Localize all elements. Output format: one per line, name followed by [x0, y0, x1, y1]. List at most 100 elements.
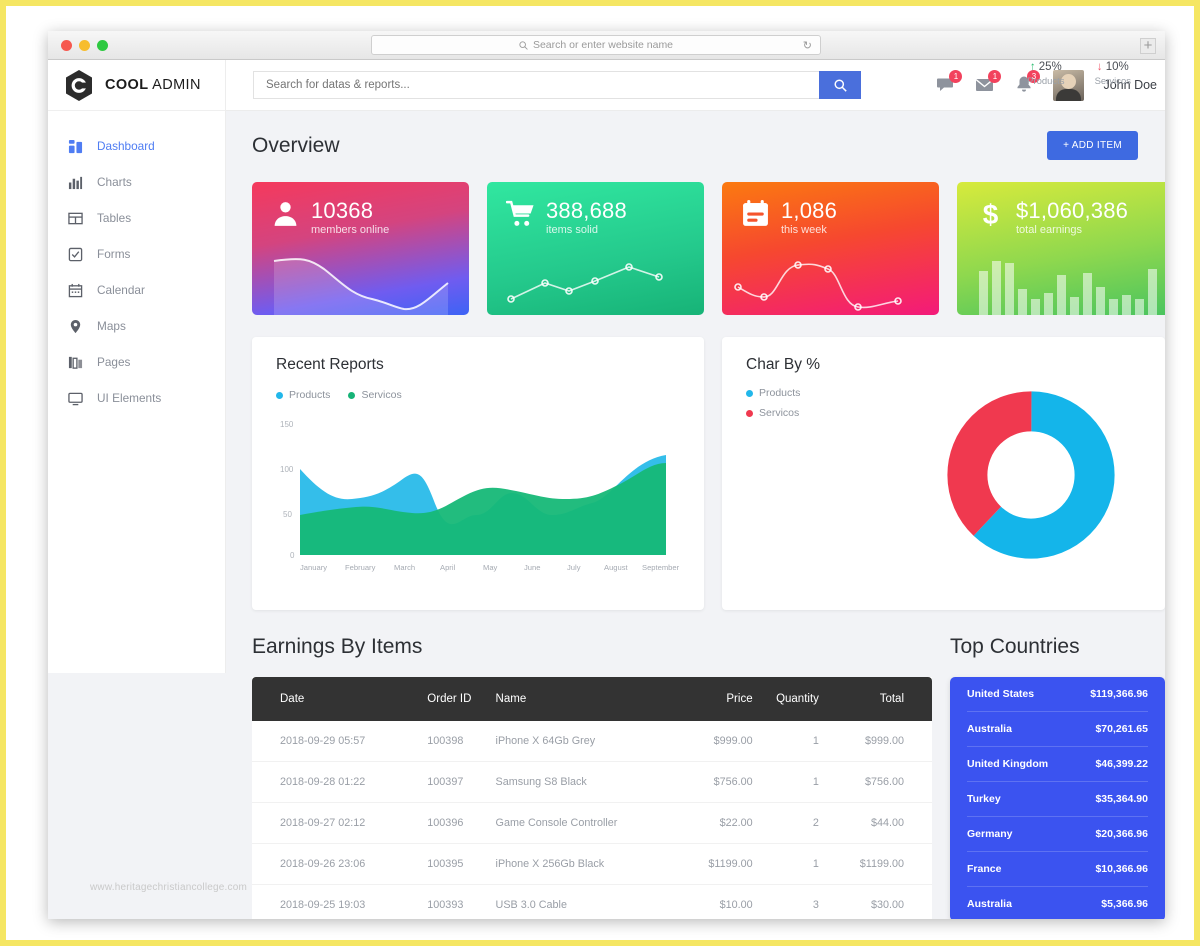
- column-header-price[interactable]: Price: [684, 677, 753, 721]
- countries-list: United States $119,366.96 Australia $70,…: [950, 677, 1165, 919]
- cell-quantity: 1: [752, 721, 819, 762]
- stat-card-members-online[interactable]: 10368 members online: [252, 182, 469, 315]
- dollar-icon: $: [983, 199, 999, 228]
- bottom-row: Earnings By Items Date Order ID Name Pri…: [252, 635, 1165, 919]
- country-name: United Kingdom: [967, 758, 1049, 770]
- stat-card-content: 388,688 items solid: [487, 182, 704, 236]
- map-pin-icon: [70, 319, 81, 333]
- country-value: $46,399.22: [1095, 758, 1148, 770]
- legend-dot-servicos: [348, 391, 356, 399]
- country-value: $119,366.96: [1090, 688, 1148, 700]
- search-input[interactable]: [253, 71, 819, 99]
- sidebar-item-label: Calendar: [97, 283, 145, 297]
- column-header-name[interactable]: Name: [495, 677, 685, 721]
- cell-name: Samsung S8 Black: [495, 761, 685, 803]
- sidebar-item-label: Charts: [97, 175, 132, 189]
- donut-slice-servicos: [947, 391, 1115, 559]
- calendar-icon: [68, 283, 83, 297]
- add-item-button[interactable]: + ADD ITEM: [1047, 131, 1138, 160]
- column-header-total[interactable]: Total: [818, 677, 932, 721]
- minimize-window-button[interactable]: [79, 39, 90, 51]
- panel-title: Recent Reports: [276, 356, 384, 373]
- section-title: Earnings By Items: [252, 635, 423, 658]
- recent-reports-panel: Recent Reports Products Servicos ↑ 25% P…: [252, 61, 1131, 610]
- y-tick-0: 0: [290, 551, 295, 560]
- table-row[interactable]: 2018-09-26 23:06 100395 iPhone X 256Gb B…: [252, 843, 932, 885]
- sidebar-item-tables[interactable]: Tables: [48, 200, 225, 236]
- sidebar-item-forms[interactable]: Forms: [48, 236, 225, 272]
- window-controls: [61, 39, 108, 51]
- sidebar-item-maps[interactable]: Maps: [48, 308, 225, 344]
- table-head: Date Order ID Name Price Quantity Total: [252, 677, 932, 721]
- table-row[interactable]: 2018-09-29 05:57 100398 iPhone X 64Gb Gr…: [252, 721, 932, 762]
- table-row[interactable]: 2018-09-27 02:12 100396 Game Console Con…: [252, 802, 932, 844]
- sidebar-item-charts[interactable]: Charts: [48, 164, 225, 200]
- page-header: Overview + ADD ITEM: [252, 131, 1138, 160]
- legend-item: Servicos: [348, 389, 402, 401]
- app-shell: COOL ADMIN Dashboard Charts Tables Forms…: [48, 60, 1165, 919]
- sidebar-item-calendar[interactable]: Calendar: [48, 272, 225, 308]
- country-value: $10,366.96: [1095, 863, 1148, 875]
- stat-card-items-sold[interactable]: 388,688 items solid: [487, 182, 704, 315]
- sidebar-item-label: Forms: [97, 247, 131, 261]
- sidebar: COOL ADMIN Dashboard Charts Tables Forms…: [48, 60, 226, 673]
- new-tab-button[interactable]: +: [1140, 38, 1156, 54]
- list-item[interactable]: United Kingdom $46,399.22: [967, 747, 1148, 782]
- search-icon: [519, 40, 528, 50]
- sidebar-item-dashboard[interactable]: Dashboard: [48, 128, 225, 164]
- cell-total: $999.00: [818, 721, 932, 762]
- stat-card-this-week[interactable]: 1,086 this week: [722, 182, 939, 315]
- table-row[interactable]: 2018-09-28 01:22 100397 Samsung S8 Black…: [252, 761, 932, 803]
- brand-logo[interactable]: COOL ADMIN: [48, 60, 225, 111]
- reload-icon[interactable]: ↻: [803, 39, 812, 52]
- x-tick-june: June: [524, 563, 540, 572]
- chart-bar-icon: [68, 176, 83, 189]
- reports-legend: Products Servicos: [276, 389, 682, 401]
- sidebar-item-label: Pages: [97, 355, 131, 369]
- monitor-icon: [68, 392, 83, 405]
- list-item[interactable]: France $10,366.96: [967, 852, 1148, 887]
- chat-notification[interactable]: 1: [936, 70, 963, 95]
- cell-quantity: 3: [752, 884, 819, 919]
- list-item[interactable]: Australia $70,261.65: [967, 712, 1148, 747]
- browser-url-bar[interactable]: Search or enter website name ↻: [371, 35, 821, 55]
- close-window-button[interactable]: [61, 39, 72, 51]
- y-tick-150: 150: [280, 420, 294, 429]
- brand-text: COOL ADMIN: [105, 77, 201, 93]
- cell-date: 2018-09-27 02:12: [252, 802, 428, 844]
- country-name: Turkey: [967, 793, 1001, 805]
- sidebar-item-ui-elements[interactable]: UI Elements: [48, 380, 225, 416]
- legend-label: Servicos: [361, 389, 402, 401]
- list-item[interactable]: United States $119,366.96: [967, 677, 1148, 712]
- mail-notification[interactable]: 1: [975, 70, 1002, 95]
- stat-card-total-earnings[interactable]: $ $1,060,386 total earnings: [957, 182, 1165, 315]
- cell-total: $44.00: [818, 802, 932, 844]
- cell-price: $756.00: [684, 761, 753, 803]
- country-value: $70,261.65: [1095, 723, 1148, 735]
- stat-label: this week: [781, 224, 827, 236]
- brand-bold: COOL: [105, 77, 149, 93]
- table-row[interactable]: 2018-09-25 19:03 100393 USB 3.0 Cable $1…: [252, 884, 932, 919]
- column-header-quantity[interactable]: Quantity: [752, 677, 819, 721]
- list-item[interactable]: Turkey $35,364.90: [967, 782, 1148, 817]
- country-name: United States: [967, 688, 1035, 700]
- search-button[interactable]: [819, 71, 861, 99]
- panel-title: Char By %: [746, 356, 821, 373]
- area-chart: 150 100 50 0 January February March Apri…: [280, 420, 680, 572]
- column-header-order-id[interactable]: Order ID: [427, 677, 496, 721]
- sidebar-item-pages[interactable]: Pages: [48, 344, 225, 380]
- cell-total: $756.00: [818, 761, 932, 803]
- cart-icon: [506, 200, 534, 226]
- country-name: Germany: [967, 828, 1013, 840]
- legend-label: Products: [289, 389, 331, 401]
- cell-order-id: 100397: [427, 761, 496, 803]
- maximize-window-button[interactable]: [97, 39, 108, 51]
- stat-label: total earnings: [1016, 224, 1083, 236]
- list-item[interactable]: Germany $20,366.96: [967, 817, 1148, 852]
- char-by-percent-panel: Char By % Products Servicos: [722, 337, 1165, 610]
- column-header-date[interactable]: Date: [252, 677, 428, 721]
- list-item[interactable]: Australia $5,366.96: [967, 887, 1148, 919]
- table-icon: [68, 212, 83, 224]
- stat-value: 388,688: [546, 198, 627, 223]
- dashboard-icon: [68, 139, 83, 153]
